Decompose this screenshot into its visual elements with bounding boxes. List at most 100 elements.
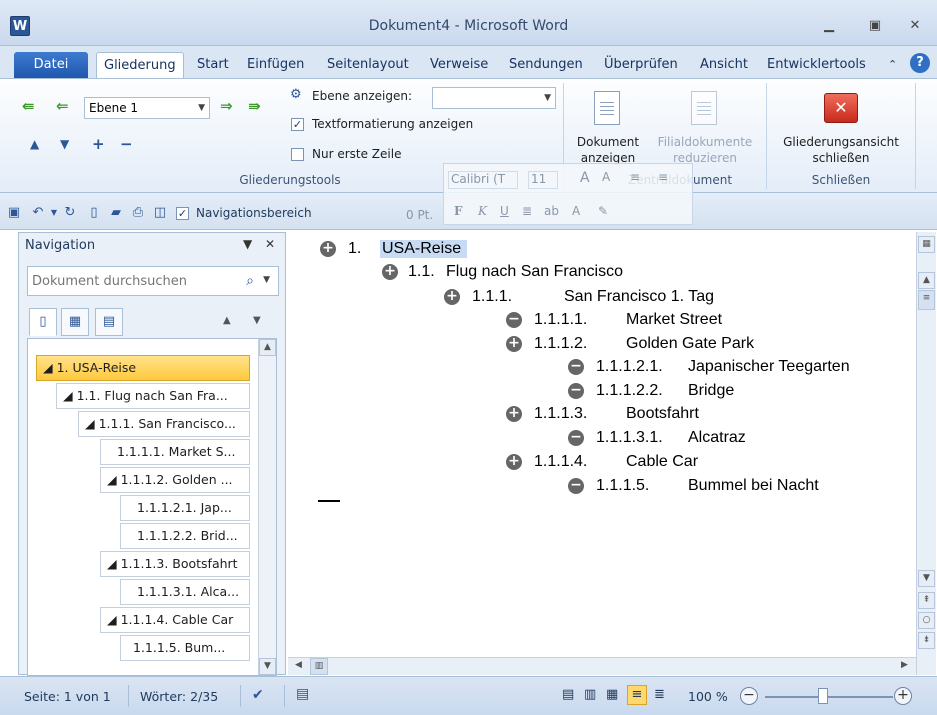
show-format-checkbox[interactable]: ✓	[291, 118, 304, 131]
zoom-level[interactable]: 100 %	[688, 689, 728, 704]
scroll-up-icon[interactable]: ▲	[918, 272, 935, 289]
scroll-down-icon[interactable]: ▼	[259, 658, 276, 675]
undo-dropdown-icon[interactable]: ▼	[46, 206, 62, 220]
grow-font-icon[interactable]: A	[580, 170, 590, 186]
expand-icon[interactable]: +	[92, 135, 105, 153]
nav-heading-item[interactable]: 1.1.1.1. Market S...	[100, 439, 250, 465]
outline-view-icon[interactable]: ≡	[627, 685, 647, 705]
scroll-left-icon[interactable]: ◀	[290, 658, 307, 675]
redo-icon[interactable]: ↻	[62, 206, 78, 220]
document-horizontal-scrollbar[interactable]: ◀ ▥ ▶	[288, 657, 916, 675]
navigation-pane-checkbox[interactable]: ✓	[176, 207, 189, 220]
document-vertical-scrollbar[interactable]: ▦ ▲ ≡ ▼ ⇞ ○ ⇟	[916, 232, 936, 675]
undo-icon[interactable]: ↶	[30, 206, 46, 220]
outline-heading[interactable]: Japanischer Teegarten	[688, 358, 850, 376]
format-painter-icon[interactable]: ✎	[598, 204, 608, 218]
outline-heading[interactable]: Bridge	[688, 382, 734, 400]
tab-verweise[interactable]: Verweise	[423, 52, 495, 78]
shrink-font-icon[interactable]: A	[602, 170, 610, 184]
nav-heading-item[interactable]: ◢ 1.1.1.4. Cable Car	[100, 607, 250, 633]
outline-symbol-icon[interactable]: +	[444, 289, 460, 305]
scroll-up-icon[interactable]: ▲	[259, 339, 276, 356]
scroll-thumb[interactable]: ≡	[918, 290, 935, 310]
help-icon[interactable]: ?	[910, 53, 930, 73]
print-icon[interactable]: ⎙	[130, 206, 146, 220]
nav-heading-item[interactable]: ◢ 1.1.1.3. Bootsfahrt	[100, 551, 250, 577]
outline-symbol-icon[interactable]: +	[382, 264, 398, 280]
headings-view-tab[interactable]: ▯	[29, 308, 57, 336]
outline-symbol-icon[interactable]: +	[506, 336, 522, 352]
new-document-icon[interactable]: ▯	[86, 206, 102, 220]
web-layout-icon[interactable]: ▦	[606, 687, 618, 702]
collapse-icon[interactable]: −	[120, 135, 133, 153]
move-up-icon[interactable]: ▲	[30, 137, 39, 151]
previous-page-icon[interactable]: ⇞	[918, 592, 935, 609]
highlight-icon[interactable]: ab	[544, 204, 559, 218]
move-down-icon[interactable]: ▼	[60, 137, 69, 151]
scroll-right-icon[interactable]: ▶	[896, 658, 913, 675]
outline-symbol-icon[interactable]: −	[568, 430, 584, 446]
previous-heading-icon[interactable]: ▲	[223, 315, 231, 326]
document-area[interactable]: + 1. USA-Reise + 1.1. Flug nach San Fran…	[288, 232, 916, 657]
tab-start[interactable]: Start	[190, 52, 236, 78]
outline-heading[interactable]: Bootsfahrt	[626, 405, 699, 423]
promote-to-heading1-icon[interactable]: ⇚	[22, 97, 35, 115]
demote-icon[interactable]: ⇒	[220, 97, 233, 115]
open-folder-icon[interactable]: ▰	[108, 206, 124, 220]
print-layout-icon[interactable]: ▤	[562, 687, 574, 702]
full-screen-reading-icon[interactable]: ▥	[584, 687, 596, 702]
nav-heading-item[interactable]: 1.1.1.5. Bum...	[120, 635, 250, 661]
nav-heading-item[interactable]: ◢ 1.1.1.2. Golden ...	[100, 467, 250, 493]
outline-heading[interactable]: Market Street	[626, 311, 722, 329]
bullets-icon[interactable]: ≡	[630, 170, 640, 184]
outline-heading[interactable]: Cable Car	[626, 453, 698, 471]
proofing-icon[interactable]: ✔	[252, 687, 264, 703]
promote-icon[interactable]: ⇐	[56, 97, 69, 115]
outline-level-select[interactable]: Ebene 1 ▼	[84, 97, 210, 119]
pages-view-tab[interactable]: ▦	[61, 308, 89, 336]
draft-view-icon[interactable]: ≣	[654, 687, 665, 702]
close-outline-view-button[interactable]: Gliederungsansicht	[770, 135, 912, 149]
save-icon[interactable]: ▣	[6, 206, 22, 220]
nav-search-input[interactable]	[32, 268, 232, 294]
pane-close-icon[interactable]: ✕	[265, 237, 275, 251]
nav-heading-item[interactable]: 1.1.1.3.1. Alca...	[120, 579, 250, 605]
outline-heading[interactable]: Golden Gate Park	[626, 335, 754, 353]
collapse-subdocuments-button[interactable]: Filialdokumente	[648, 135, 762, 149]
first-line-checkbox[interactable]	[291, 148, 304, 161]
outline-heading[interactable]: Flug nach San Francisco	[446, 263, 623, 281]
mini-font-select[interactable]: Calibri (T	[448, 171, 518, 189]
zoom-in-icon[interactable]: +	[894, 687, 912, 705]
center-icon[interactable]: ≣	[522, 204, 532, 218]
scroll-down-icon[interactable]: ▼	[918, 570, 935, 587]
outline-heading[interactable]: Bummel bei Nacht	[688, 477, 819, 495]
demote-to-body-icon[interactable]: ⇛	[248, 97, 261, 115]
maximize-icon[interactable]: ▣	[864, 17, 886, 35]
close-outline-view-icon[interactable]: ✕	[824, 93, 858, 123]
outline-symbol-icon[interactable]: −	[506, 312, 522, 328]
search-icon[interactable]: ⌕	[246, 273, 254, 289]
search-options-icon[interactable]: ▼	[263, 275, 270, 285]
minimize-icon[interactable]: ▁	[818, 17, 840, 35]
outline-symbol-icon[interactable]: −	[568, 359, 584, 375]
zoom-slider-track[interactable]	[765, 696, 893, 698]
indent-icon[interactable]: ≡	[658, 170, 668, 184]
word-count[interactable]: Wörter: 2/35	[140, 689, 218, 704]
ruler-toggle-icon[interactable]: ▦	[918, 236, 935, 253]
underline-icon[interactable]: U	[500, 204, 509, 218]
page-count[interactable]: Seite: 1 von 1	[24, 689, 111, 704]
tab-seitenlayout[interactable]: Seitenlayout	[320, 52, 416, 78]
collapse-ribbon-icon[interactable]: ⌃	[888, 58, 897, 71]
nav-heading-item[interactable]: ◢ 1.1.1. San Francisco...	[78, 411, 250, 437]
outline-symbol-icon[interactable]: −	[568, 383, 584, 399]
tab-gliederung[interactable]: Gliederung	[96, 52, 184, 78]
tab-entwicklertools[interactable]: Entwicklertools	[760, 52, 873, 78]
nav-scrollbar[interactable]: ▲ ▼	[258, 339, 276, 675]
font-color-icon[interactable]: A	[572, 204, 580, 218]
tab-einfuegen[interactable]: Einfügen	[240, 52, 311, 78]
hscroll-thumb[interactable]: ▥	[310, 658, 328, 675]
pane-menu-icon[interactable]: ▼	[243, 237, 252, 251]
outline-heading[interactable]: San Francisco 1. Tag	[564, 288, 714, 306]
italic-icon[interactable]: K	[478, 204, 487, 218]
outline-heading[interactable]: USA-Reise	[380, 240, 468, 258]
